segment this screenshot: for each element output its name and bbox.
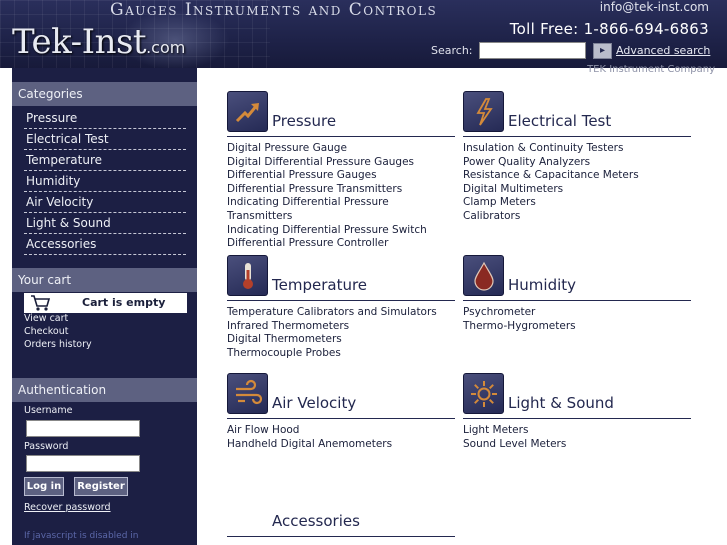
category-title-pressure[interactable]: Pressure bbox=[272, 112, 336, 130]
category-temperature: Temperature Temperature Calibrators and … bbox=[227, 255, 455, 360]
list-item[interactable]: Differential Pressure Controller bbox=[227, 237, 455, 251]
sidebar-item-electrical-test[interactable]: Electrical Test bbox=[24, 129, 186, 150]
list-item[interactable]: Infrared Thermometers bbox=[227, 320, 455, 334]
username-field[interactable] bbox=[26, 420, 140, 437]
category-header: Electrical Test bbox=[463, 91, 691, 137]
list-item[interactable]: Digital Thermometers bbox=[227, 333, 455, 347]
list-item[interactable]: Resistance & Capacitance Meters bbox=[463, 169, 691, 183]
list-item[interactable]: Light Meters bbox=[463, 424, 691, 438]
category-header: Humidity bbox=[463, 255, 691, 301]
login-button[interactable]: Log in bbox=[24, 477, 64, 496]
category-items: Air Flow Hood Handheld Digital Anemomete… bbox=[227, 424, 455, 451]
list-item[interactable]: Digital Differential Pressure Gauges bbox=[227, 156, 455, 170]
gauge-arrow-icon[interactable] bbox=[227, 91, 268, 132]
site-header: Gauges Instruments and Controls Tek-Inst… bbox=[0, 0, 727, 68]
list-item[interactable]: Calibrators bbox=[463, 210, 691, 224]
category-header: Accessories bbox=[227, 491, 455, 537]
list-item[interactable]: Air Flow Hood bbox=[227, 424, 455, 438]
sidebar-item-light-sound[interactable]: Light & Sound bbox=[24, 213, 186, 234]
username-label: Username bbox=[24, 405, 73, 416]
category-pressure: Pressure Digital Pressure Gauge Digital … bbox=[227, 91, 455, 251]
category-title-light-sound[interactable]: Light & Sound bbox=[508, 394, 614, 412]
company-name: TEK Instrument Company bbox=[587, 64, 715, 75]
list-item[interactable]: Thermocouple Probes bbox=[227, 347, 455, 361]
category-header: Pressure bbox=[227, 91, 455, 137]
logo-domain: .com bbox=[146, 38, 186, 57]
site-logo[interactable]: Tek-Inst.com bbox=[12, 22, 185, 62]
list-item[interactable]: Indicating Differential Pressure Transmi… bbox=[227, 196, 455, 223]
search-label: Search: bbox=[431, 44, 473, 57]
sidebar-item-humidity[interactable]: Humidity bbox=[24, 171, 186, 192]
category-title-accessories[interactable]: Accessories bbox=[272, 512, 360, 530]
search-go-button[interactable]: ▸ bbox=[593, 43, 612, 59]
toll-free-phone: Toll Free: 1-866-694-6863 bbox=[509, 20, 709, 38]
list-item[interactable]: Digital Multimeters bbox=[463, 183, 691, 197]
list-item[interactable]: Sound Level Meters bbox=[463, 438, 691, 452]
site-tagline: Gauges Instruments and Controls bbox=[110, 0, 438, 20]
search-input[interactable] bbox=[479, 42, 586, 59]
password-field[interactable] bbox=[26, 455, 140, 472]
sidebar-item-air-velocity[interactable]: Air Velocity bbox=[24, 192, 186, 213]
category-humidity: Humidity Psychrometer Thermo-Hygrometers bbox=[463, 255, 691, 333]
category-header: Air Velocity bbox=[227, 373, 455, 419]
lightning-bolt-icon[interactable] bbox=[463, 91, 504, 132]
category-title-air-velocity[interactable]: Air Velocity bbox=[272, 394, 356, 412]
list-item[interactable]: Indicating Differential Pressure Switch bbox=[227, 224, 455, 238]
contact-email[interactable]: info@tek-inst.com bbox=[600, 0, 709, 14]
authentication-title: Authentication bbox=[12, 378, 197, 402]
sidebar-item-temperature[interactable]: Temperature bbox=[24, 150, 186, 171]
logo-text: Tek-Inst bbox=[12, 22, 147, 62]
view-cart-link[interactable]: View cart bbox=[24, 313, 68, 324]
list-item[interactable]: Temperature Calibrators and Simulators bbox=[227, 306, 455, 320]
categories-title: Categories bbox=[12, 82, 197, 106]
category-items: Digital Pressure Gauge Digital Different… bbox=[227, 142, 455, 251]
category-items: Light Meters Sound Level Meters bbox=[463, 424, 691, 451]
cart-status: Cart is empty bbox=[82, 296, 166, 309]
category-air-velocity: Air Velocity Air Flow Hood Handheld Digi… bbox=[227, 373, 455, 451]
shopping-cart-icon bbox=[31, 295, 51, 311]
list-item[interactable]: Differential Pressure Transmitters bbox=[227, 183, 455, 197]
cart-summary: Cart is empty bbox=[24, 293, 187, 313]
register-button[interactable]: Register bbox=[74, 477, 128, 496]
category-list: Pressure Electrical Test Temperature Hum… bbox=[24, 108, 186, 255]
password-label: Password bbox=[24, 441, 69, 452]
category-title-humidity[interactable]: Humidity bbox=[508, 276, 576, 294]
javascript-note: If javascript is disabled in bbox=[24, 531, 139, 541]
category-light-sound: Light & Sound Light Meters Sound Level M… bbox=[463, 373, 691, 451]
list-item[interactable]: Thermo-Hygrometers bbox=[463, 320, 691, 334]
water-drop-icon[interactable] bbox=[463, 255, 504, 296]
category-items: Insulation & Continuity Testers Power Qu… bbox=[463, 142, 691, 224]
category-electrical-test: Electrical Test Insulation & Continuity … bbox=[463, 91, 691, 224]
category-accessories: Accessories bbox=[227, 491, 455, 537]
arrow-right-icon: ▸ bbox=[599, 45, 606, 56]
list-item[interactable]: Handheld Digital Anemometers bbox=[227, 438, 455, 452]
sidebar-item-accessories[interactable]: Accessories bbox=[24, 234, 186, 255]
sidebar-item-pressure[interactable]: Pressure bbox=[24, 108, 186, 129]
orders-history-link[interactable]: Orders history bbox=[24, 339, 92, 350]
cart-title: Your cart bbox=[12, 268, 197, 292]
list-item[interactable]: Psychrometer bbox=[463, 306, 691, 320]
category-title-temperature[interactable]: Temperature bbox=[272, 276, 367, 294]
sun-icon[interactable] bbox=[463, 373, 504, 414]
category-title-electrical-test[interactable]: Electrical Test bbox=[508, 112, 611, 130]
category-items: Psychrometer Thermo-Hygrometers bbox=[463, 306, 691, 333]
list-item[interactable]: Differential Pressure Gauges bbox=[227, 169, 455, 183]
recover-password-link[interactable]: Recover password bbox=[24, 502, 111, 513]
category-items: Temperature Calibrators and Simulators I… bbox=[227, 306, 455, 360]
advanced-search-link[interactable]: Advanced search bbox=[616, 44, 710, 57]
checkout-link[interactable]: Checkout bbox=[24, 326, 68, 337]
wind-icon[interactable] bbox=[227, 373, 268, 414]
category-header: Light & Sound bbox=[463, 373, 691, 419]
list-item[interactable]: Insulation & Continuity Testers bbox=[463, 142, 691, 156]
thermometer-icon[interactable] bbox=[227, 255, 268, 296]
list-item[interactable]: Power Quality Analyzers bbox=[463, 156, 691, 170]
sidebar: Categories Pressure Electrical Test Temp… bbox=[12, 68, 197, 545]
category-header: Temperature bbox=[227, 255, 455, 301]
list-item[interactable]: Clamp Meters bbox=[463, 196, 691, 210]
list-item[interactable]: Digital Pressure Gauge bbox=[227, 142, 455, 156]
